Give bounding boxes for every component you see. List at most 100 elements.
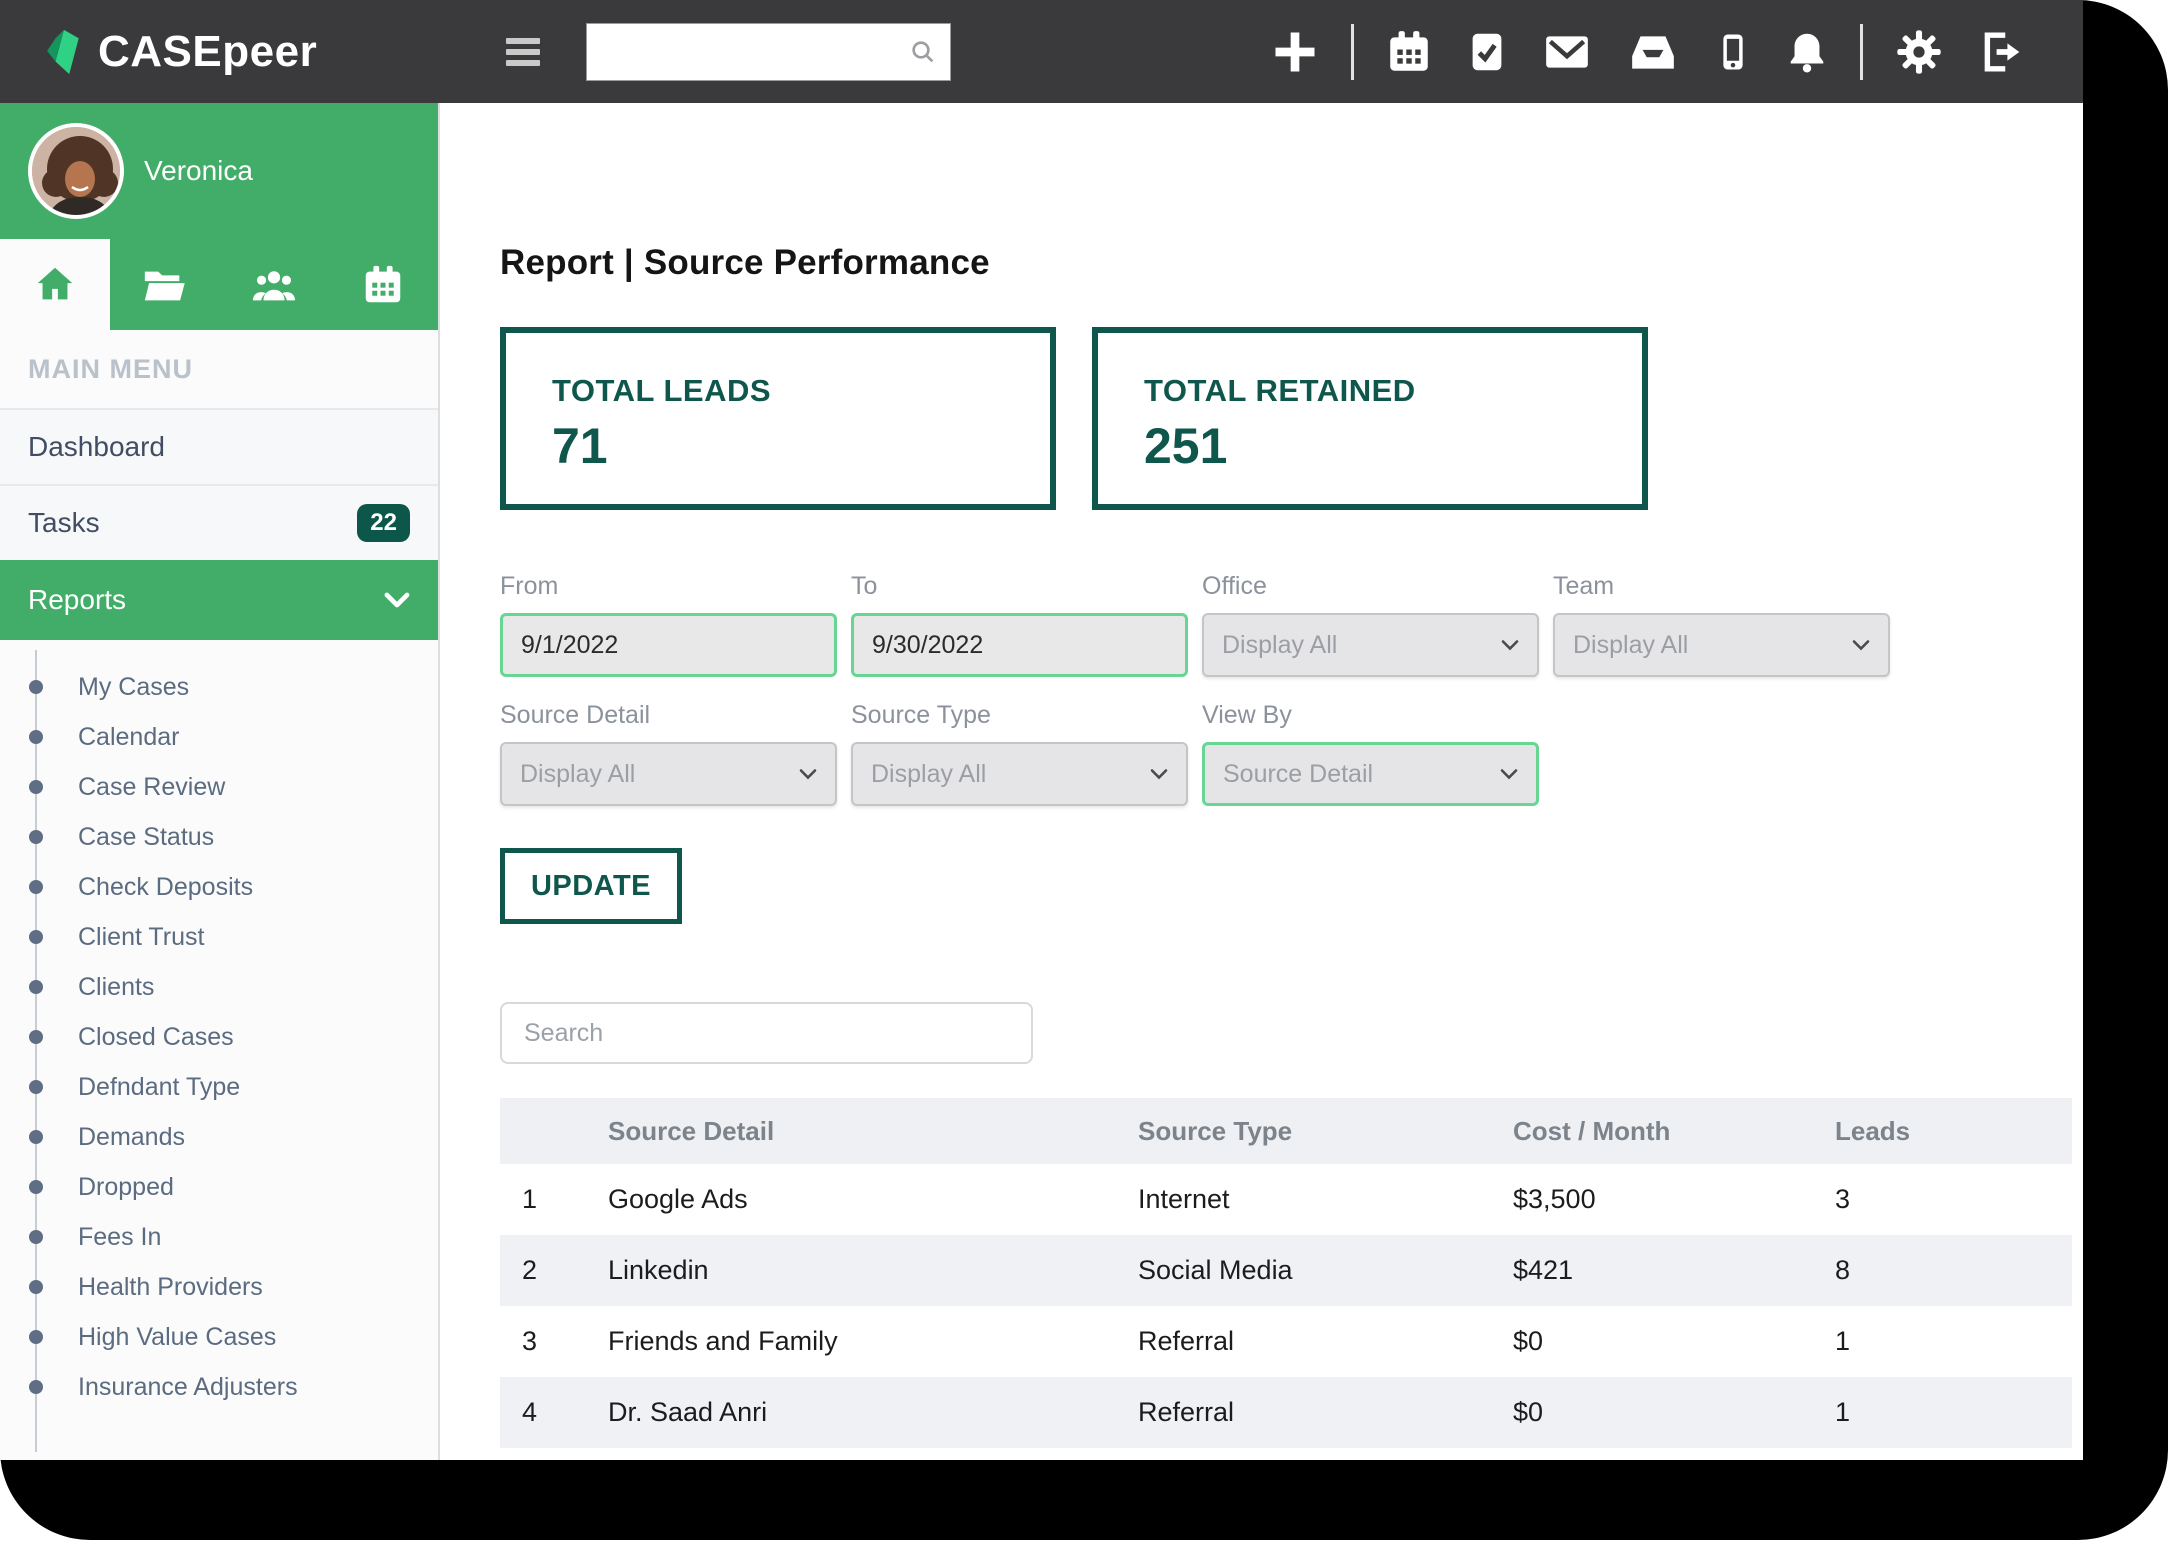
inbox-button[interactable] — [1624, 27, 1682, 77]
submenu-item-high-value-cases[interactable]: High Value Cases — [0, 1312, 438, 1362]
sidebar-item-label: Reports — [28, 584, 126, 616]
bullet-icon — [29, 1380, 43, 1394]
submenu-item-clients[interactable]: Clients — [0, 962, 438, 1012]
settings-button[interactable] — [1893, 26, 1945, 78]
from-date-input[interactable] — [500, 613, 837, 677]
source-type-select[interactable]: Display All — [851, 742, 1188, 806]
bullet-icon — [29, 930, 43, 944]
stat-value: 251 — [1144, 417, 1596, 475]
global-search-input[interactable] — [586, 23, 951, 81]
sidebar-item-dashboard[interactable]: Dashboard — [0, 408, 438, 484]
avatar[interactable] — [28, 123, 124, 219]
source-performance-table: Source Detail Source Type Cost / Month L… — [500, 1098, 2072, 1448]
chevron-down-icon — [384, 592, 410, 608]
tasks-count-badge: 22 — [357, 504, 410, 542]
avatar-photo — [32, 127, 124, 219]
bullet-icon — [29, 1280, 43, 1294]
tasks-button[interactable] — [1464, 27, 1510, 77]
source-detail-select[interactable]: Display All — [500, 742, 837, 806]
bullet-icon — [29, 1080, 43, 1094]
add-button[interactable] — [1269, 26, 1321, 78]
logout-button[interactable] — [1975, 26, 2029, 78]
bullet-icon — [29, 1330, 43, 1344]
notifications-button[interactable] — [1784, 26, 1830, 78]
phone-icon — [1712, 26, 1754, 78]
calendar-icon — [1384, 27, 1434, 77]
to-date-input[interactable] — [851, 613, 1188, 677]
submenu-item-demands[interactable]: Demands — [0, 1112, 438, 1162]
submenu-item-my-cases[interactable]: My Cases — [0, 662, 438, 712]
tab-calendar[interactable] — [329, 239, 439, 330]
gear-icon — [1893, 26, 1945, 78]
home-icon — [32, 262, 78, 308]
sidebar-item-reports[interactable]: Reports — [0, 560, 438, 640]
team-select[interactable]: Display All — [1553, 613, 1890, 677]
stat-label: TOTAL RETAINED — [1144, 373, 1596, 409]
envelope-icon — [1540, 27, 1594, 77]
submenu-item-client-trust[interactable]: Client Trust — [0, 912, 438, 962]
table-search-input[interactable] — [500, 1002, 1033, 1064]
source-type-label: Source Type — [851, 701, 1188, 730]
chevron-down-icon — [1150, 768, 1168, 780]
bullet-icon — [29, 730, 43, 744]
source-type-header: Source Type — [1138, 1098, 1513, 1164]
submenu-item-defndant-type[interactable]: Defndant Type — [0, 1062, 438, 1112]
submenu-item-closed-cases[interactable]: Closed Cases — [0, 1012, 438, 1062]
messages-button[interactable] — [1540, 27, 1594, 77]
table-row[interactable]: 3 Friends and Family Referral $0 1 — [500, 1306, 2072, 1377]
plus-icon — [1269, 26, 1321, 78]
sign-out-icon — [1975, 26, 2029, 78]
filters: From To Office Display All — [500, 572, 2083, 806]
submenu-item-case-status[interactable]: Case Status — [0, 812, 438, 862]
users-icon — [249, 262, 299, 308]
table-row[interactable]: 4 Dr. Saad Anri Referral $0 1 — [500, 1377, 2072, 1448]
source-detail-label: Source Detail — [500, 701, 837, 730]
menu-toggle-button[interactable] — [506, 38, 540, 66]
chevron-down-icon — [1501, 639, 1519, 651]
submenu-item-check-deposits[interactable]: Check Deposits — [0, 862, 438, 912]
submenu-item-insurance-adjusters[interactable]: Insurance Adjusters — [0, 1362, 438, 1412]
submenu-item-health-providers[interactable]: Health Providers — [0, 1262, 438, 1312]
office-label: Office — [1202, 572, 1539, 601]
app-window: CASEpeer — [0, 0, 2083, 1460]
submenu-item-dropped[interactable]: Dropped — [0, 1162, 438, 1212]
sidebar-item-label: Tasks — [28, 507, 100, 539]
to-label: To — [851, 572, 1188, 601]
stats-row: TOTAL LEADS 71 TOTAL RETAINED 251 — [500, 327, 2083, 510]
chevron-down-icon — [1852, 639, 1870, 651]
table-header-row: Source Detail Source Type Cost / Month L… — [500, 1098, 2072, 1164]
calendar-button[interactable] — [1384, 27, 1434, 77]
office-select[interactable]: Display All — [1202, 613, 1539, 677]
topbar-actions — [1269, 24, 2083, 80]
sidebar-item-tasks[interactable]: Tasks 22 — [0, 484, 438, 560]
tab-cases[interactable] — [110, 239, 220, 330]
row-number-header — [500, 1098, 608, 1164]
bullet-icon — [29, 1230, 43, 1244]
bullet-icon — [29, 780, 43, 794]
main-content: Report | Source Performance TOTAL LEADS … — [440, 103, 2083, 1460]
topbar: CASEpeer — [0, 0, 2083, 103]
view-by-select[interactable]: Source Detail — [1202, 742, 1539, 806]
submenu-item-calendar[interactable]: Calendar — [0, 712, 438, 762]
chevron-down-icon — [1500, 768, 1518, 780]
update-button[interactable]: UPDATE — [500, 848, 682, 924]
folder-open-icon — [140, 262, 188, 308]
bullet-icon — [29, 980, 43, 994]
submenu-item-fees-in[interactable]: Fees In — [0, 1212, 438, 1262]
bullet-icon — [29, 1130, 43, 1144]
mobile-button[interactable] — [1712, 26, 1754, 78]
tab-contacts[interactable] — [219, 239, 329, 330]
bullet-icon — [29, 880, 43, 894]
logo-gem-icon — [46, 28, 84, 76]
team-label: Team — [1553, 572, 1890, 601]
sidebar: Veronica — [0, 103, 440, 1460]
table-row[interactable]: 1 Google Ads Internet $3,500 3 — [500, 1164, 2072, 1235]
tab-home[interactable] — [0, 239, 110, 330]
total-leads-card: TOTAL LEADS 71 — [500, 327, 1056, 510]
submenu-item-case-review[interactable]: Case Review — [0, 762, 438, 812]
divider — [1860, 24, 1863, 80]
table-row[interactable]: 2 Linkedin Social Media $421 8 — [500, 1235, 2072, 1306]
stat-value: 71 — [552, 417, 1004, 475]
source-detail-header: Source Detail — [608, 1098, 1138, 1164]
bell-icon — [1784, 26, 1830, 78]
